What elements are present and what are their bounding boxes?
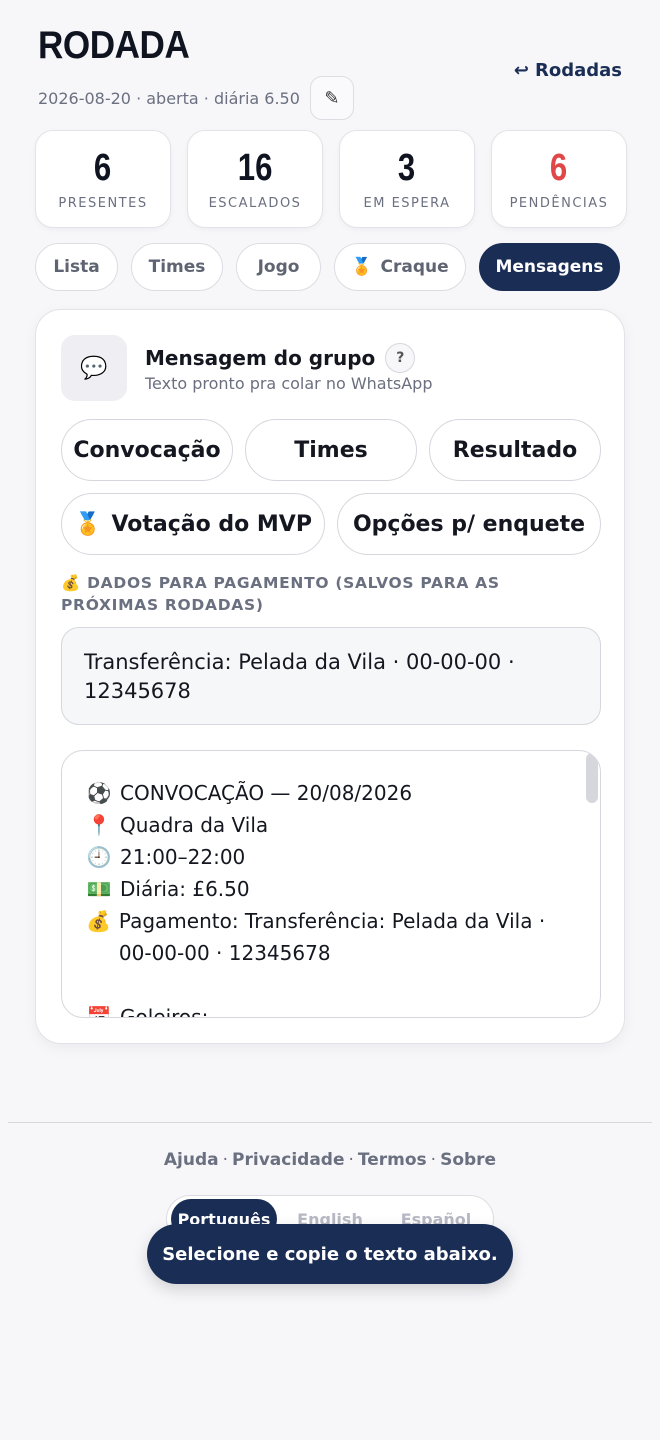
- round-meta-text: 2026-08-20 · aberta · diária 6.50: [38, 88, 300, 108]
- message-text: ⚽ CONVOCAÇÃO — 20/08/2026 📍 Quadra da Vila…: [62, 751, 600, 1018]
- poll-options-button[interactable]: Opções p/ enquete: [337, 493, 601, 555]
- footer-links: Ajuda · Privacidade · Termos · Sobre: [0, 1150, 660, 1170]
- message-line: 📅 Goleiros:: [86, 1001, 576, 1018]
- stat-value: 3: [398, 146, 416, 189]
- tab-times[interactable]: Times: [131, 243, 223, 291]
- tab-craque-label: Craque: [380, 257, 449, 277]
- page: RODADA ↩ Rodadas 2026-08-20 · aberta · d…: [0, 0, 660, 1440]
- mvp-vote-button[interactable]: 🏅 Votação do MVP: [61, 493, 325, 555]
- times-button[interactable]: Times: [245, 419, 417, 481]
- page-title: RODADA: [38, 24, 190, 67]
- return-arrow-icon: ↩: [513, 60, 529, 81]
- mvp-vote-label: Votação do MVP: [111, 511, 312, 537]
- group-message-card: 💬 Mensagem do grupo ? Texto pronto pra c…: [35, 309, 625, 1044]
- money-bag-icon: 💰: [61, 574, 81, 592]
- stat-label: PENDÊNCIAS: [509, 195, 609, 211]
- footer-link-privacidade[interactable]: Privacidade: [232, 1150, 344, 1170]
- message-line-text: Pagamento: Transferência: Pelada da Vila…: [118, 909, 546, 965]
- message-line: ⚽ CONVOCAÇÃO — 20/08/2026: [86, 777, 576, 809]
- message-line-text: Quadra da Vila: [120, 813, 269, 837]
- scrollbar[interactable]: [586, 753, 598, 803]
- stat-label: EM ESPERA: [363, 195, 451, 211]
- separator: ·: [348, 1150, 354, 1170]
- help-icon[interactable]: ?: [385, 343, 416, 373]
- stat-value: 16: [237, 146, 273, 189]
- tab-bar: Lista Times Jogo 🏅 Craque Mensagens: [35, 243, 620, 291]
- message-line: [86, 969, 576, 1001]
- payment-label-text: DADOS PARA PAGAMENTO (SALVOS PARA AS PRÓ…: [61, 574, 500, 614]
- toast-notification: Selecione e copie o texto abaixo.: [147, 1224, 513, 1284]
- resultado-button[interactable]: Resultado: [429, 419, 601, 481]
- money-bag-icon: 💰: [86, 909, 111, 933]
- stat-escalados: 16 ESCALADOS: [187, 130, 323, 228]
- separator: ·: [222, 1150, 229, 1170]
- calendar-icon: 📅: [86, 1005, 112, 1018]
- message-line: 💵 Diária: £6.50: [86, 873, 576, 905]
- stat-label: ESCALADOS: [208, 195, 302, 211]
- message-line: 📍 Quadra da Vila: [86, 809, 576, 841]
- stat-pendencias: 6 PENDÊNCIAS: [491, 130, 627, 228]
- edit-button[interactable]: ✎: [309, 76, 354, 120]
- medal-icon: 🏅: [351, 257, 373, 277]
- tab-jogo[interactable]: Jogo: [236, 243, 321, 291]
- message-line-text: 21:00–22:00: [120, 845, 246, 869]
- card-title: Mensagem do grupo ?: [145, 343, 416, 373]
- stat-presentes: 6 PRESENTES: [35, 130, 171, 228]
- message-line: 💰 Pagamento: Transferência: Pelada da Vil…: [86, 905, 576, 969]
- medal-icon: 🏅: [74, 511, 102, 537]
- payment-label: 💰 DADOS PARA PAGAMENTO (SALVOS PARA AS P…: [61, 572, 601, 616]
- footer-link-termos[interactable]: Termos: [358, 1150, 427, 1170]
- footer-link-sobre[interactable]: Sobre: [440, 1150, 496, 1170]
- separator: ·: [430, 1150, 437, 1170]
- stat-value: 6: [550, 146, 568, 189]
- tab-lista[interactable]: Lista: [35, 243, 118, 291]
- stat-em-espera: 3 EM ESPERA: [339, 130, 475, 228]
- back-to-rodadas-link[interactable]: ↩ Rodadas: [514, 60, 622, 81]
- tab-craque[interactable]: 🏅 Craque: [334, 243, 466, 291]
- payment-input[interactable]: Transferência: Pelada da Vila · 00-00-00…: [61, 627, 601, 725]
- message-textarea[interactable]: ⚽ CONVOCAÇÃO — 20/08/2026 📍 Quadra da Vila…: [61, 750, 601, 1018]
- message-line-text: Diária: £6.50: [120, 877, 250, 901]
- convocacao-button[interactable]: Convocação: [61, 419, 233, 481]
- footer-divider: [8, 1122, 652, 1123]
- stat-label: PRESENTES: [58, 195, 148, 211]
- money-icon: 💵: [86, 877, 112, 901]
- card-subtitle: Texto pronto pra colar no WhatsApp: [145, 374, 433, 393]
- soccer-ball-icon: ⚽: [86, 781, 112, 805]
- stat-value: 6: [94, 146, 112, 189]
- message-line-text: CONVOCAÇÃO — 20/08/2026: [120, 781, 413, 805]
- card-title-text: Mensagem do grupo: [145, 346, 376, 370]
- tab-mensagens[interactable]: Mensagens: [479, 243, 620, 291]
- pencil-icon: ✎: [324, 87, 340, 109]
- stats-row: 6 PRESENTES 16 ESCALADOS 3 EM ESPERA 6 P…: [35, 130, 627, 228]
- speech-bubble-icon: 💬: [61, 335, 127, 401]
- footer-link-ajuda[interactable]: Ajuda: [164, 1150, 219, 1170]
- message-line: 🕘 21:00–22:00: [86, 841, 576, 873]
- back-link-label: Rodadas: [534, 60, 622, 81]
- clock-icon: 🕘: [86, 845, 112, 869]
- location-pin-icon: 📍: [86, 813, 112, 837]
- message-line-text: Goleiros:: [120, 1005, 209, 1018]
- round-meta: 2026-08-20 · aberta · diária 6.50 ✎: [38, 76, 354, 120]
